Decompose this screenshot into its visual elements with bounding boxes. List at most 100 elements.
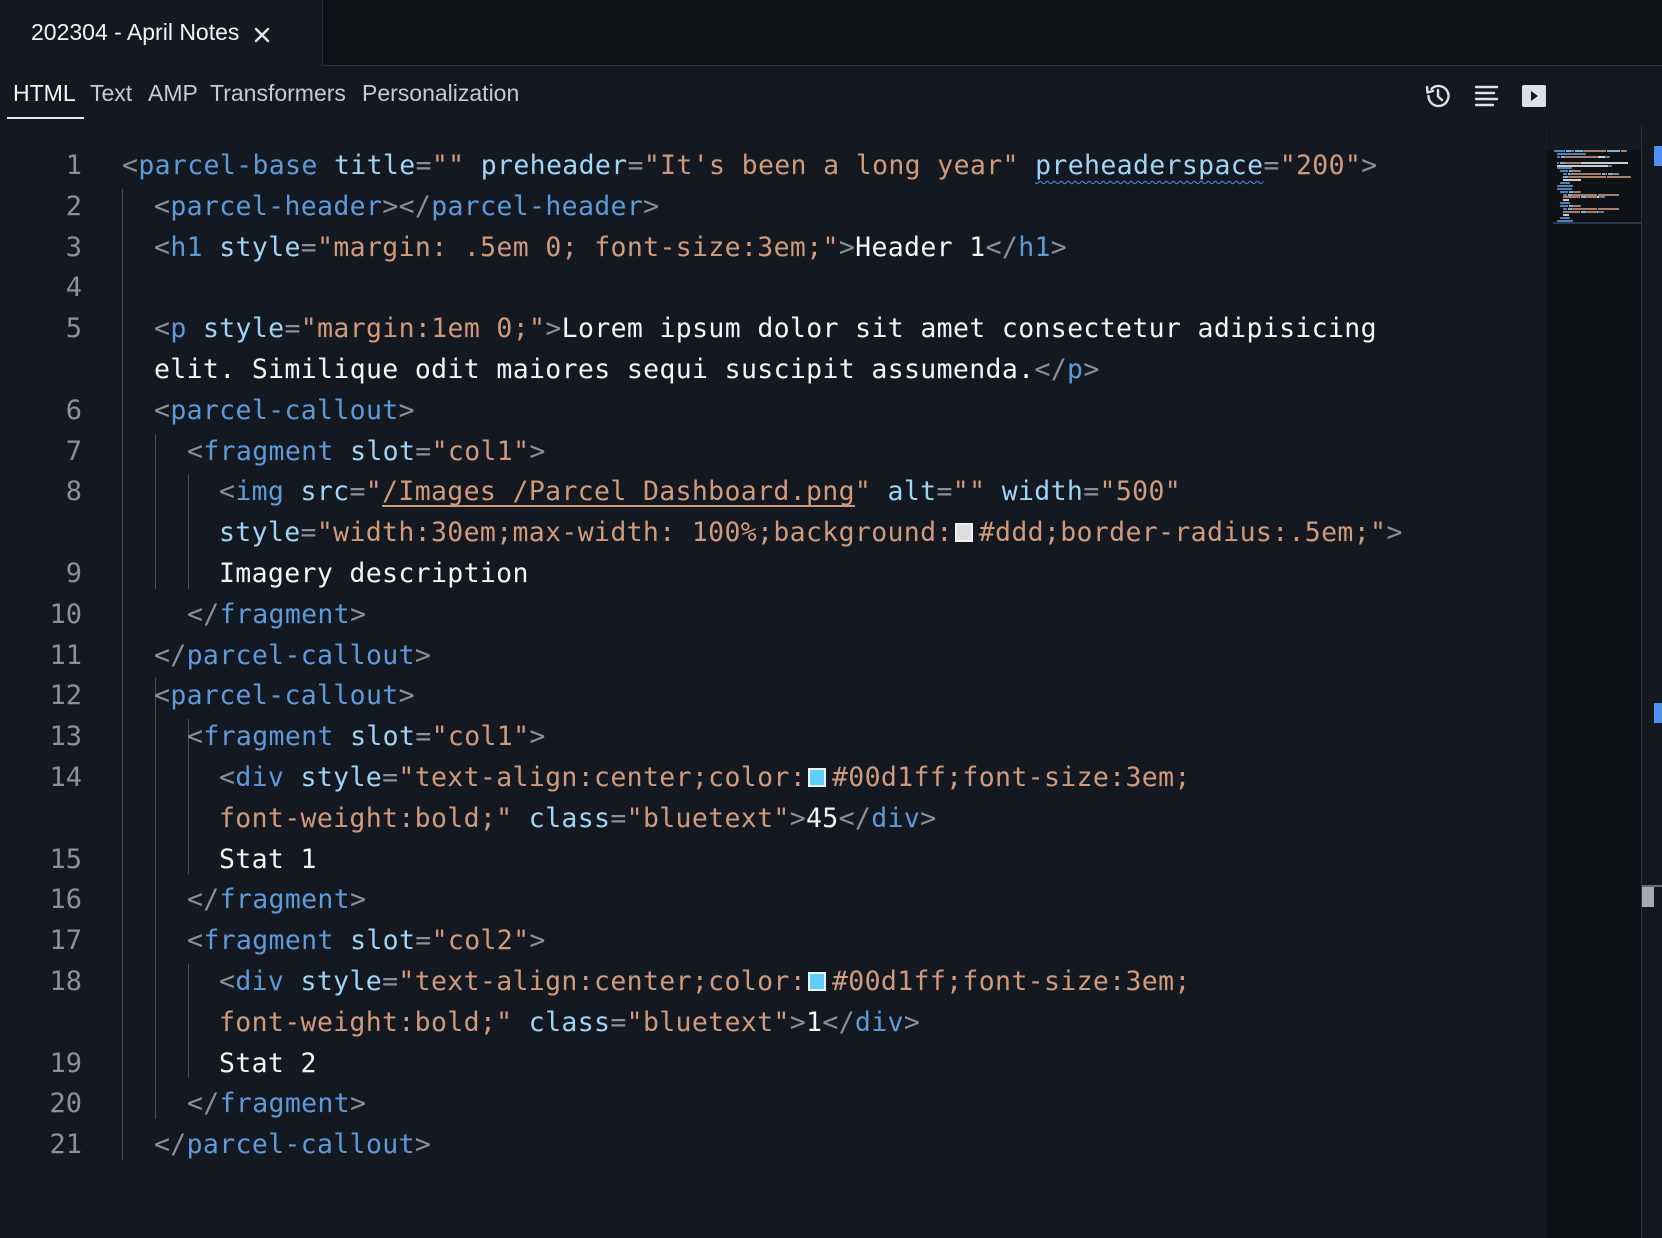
color-swatch[interactable]: [954, 523, 973, 543]
attribute-name: style: [300, 762, 383, 793]
equals-sign: =: [936, 476, 953, 508]
minimap-token: [1572, 184, 1574, 187]
code-line[interactable]: <parcel-callout>: [154, 389, 415, 432]
equals-sign: =: [415, 150, 432, 181]
code-line[interactable]: <div style="text-align:center;color: #00d…: [219, 756, 1191, 799]
code-line[interactable]: elit. Similique odit maiores sequi susci…: [154, 348, 1100, 391]
tag-name: parcel-base: [138, 150, 318, 181]
string-value: ": [365, 476, 383, 508]
line-number: 17: [49, 925, 82, 957]
minimap-token: [1569, 216, 1571, 219]
punctuation: >: [643, 190, 660, 222]
equals-sign: =: [1263, 150, 1280, 181]
code-line[interactable]: <parcel-callout>: [154, 674, 415, 717]
code-line[interactable]: </parcel-callout>: [154, 1123, 431, 1166]
tab-text[interactable]: Text: [90, 78, 132, 122]
code-line[interactable]: <parcel-base title="" preheader="It's be…: [122, 144, 1378, 187]
minimap-token: [1565, 161, 1580, 164]
string-value: "margin: .5em 0; font-size:3em;": [317, 231, 839, 263]
attribute-name: style: [202, 313, 285, 345]
minimap-token: [1563, 208, 1567, 210]
tag-name: parcel-header: [170, 190, 383, 222]
minimap-token: [1605, 173, 1608, 176]
attribute-name: slot: [350, 925, 416, 957]
attribute-name: src: [300, 476, 350, 508]
code-line[interactable]: <img src="/Images /Parcel Dashboard.png"…: [219, 470, 1181, 513]
attribute-name: preheaderspace: [1035, 150, 1264, 181]
code-line[interactable]: </parcel-callout>: [154, 634, 431, 677]
line-number: 6: [65, 394, 82, 426]
tab-html[interactable]: HTML: [7, 78, 84, 122]
string-value: "": [952, 476, 986, 508]
code-line[interactable]: <fragment slot="col1">: [187, 715, 546, 758]
code-line[interactable]: <p style="margin:1em 0;">Lorem ipsum dol…: [154, 307, 1377, 350]
code-line[interactable]: style="width:30em;max-width: 100%;backgr…: [219, 511, 1403, 554]
minimap-token: [1563, 193, 1567, 196]
tab-transformers[interactable]: Transformers: [210, 78, 346, 122]
file-tab[interactable]: 202304 - April Notes: [0, 0, 323, 65]
tag-name: fragment: [219, 884, 351, 916]
tag-name: img: [235, 476, 285, 508]
equals-sign: =: [300, 231, 318, 263]
color-swatch[interactable]: [808, 768, 826, 787]
minimap-token: [1609, 155, 1611, 158]
history-icon[interactable]: [1422, 80, 1454, 112]
tag-name: p: [170, 313, 187, 345]
minimap-token: [1579, 205, 1581, 208]
code-line[interactable]: font-weight:bold;" class="bluetext">1</d…: [219, 1001, 920, 1044]
equals-sign: =: [610, 1006, 627, 1038]
minimap[interactable]: [1546, 150, 1641, 1238]
string-value: "margin:1em 0;": [300, 313, 546, 345]
minimap-token: [1563, 173, 1567, 176]
minimap-token: [1561, 181, 1570, 184]
code-line[interactable]: </fragment>: [187, 1082, 366, 1125]
text-content: Lorem ipsum dolor sit amet consectetur a…: [561, 313, 1377, 345]
punctuation: <: [154, 231, 171, 263]
punctuation: >: [398, 680, 415, 712]
punctuation: >: [1083, 354, 1100, 385]
tab-amp[interactable]: AMP: [148, 78, 198, 122]
line-number: 14: [49, 762, 82, 793]
code-line[interactable]: </fragment>: [187, 593, 366, 636]
scrollbar-thumb[interactable]: [1642, 887, 1654, 907]
preview-icon[interactable]: [1518, 80, 1550, 112]
minimap-token: [1586, 210, 1597, 213]
code-line[interactable]: <h1 style="margin: .5em 0; font-size:3em…: [154, 226, 1067, 269]
text-content: 45: [806, 802, 839, 834]
code-line[interactable]: Imagery description: [219, 552, 529, 595]
tag-name: fragment: [203, 435, 334, 467]
close-icon[interactable]: [253, 26, 271, 44]
attribute-name: preheader: [480, 150, 628, 181]
minimap-token: [1572, 150, 1574, 152]
code-line[interactable]: Stat 1: [219, 838, 317, 881]
tag-name: parcel-callout: [170, 394, 399, 426]
minimap-token: [1611, 164, 1613, 167]
punctuation: <: [219, 476, 236, 508]
code-line[interactable]: font-weight:bold;" class="bluetext">45</…: [219, 797, 936, 840]
minimap-token: [1597, 155, 1606, 158]
punctuation: >: [350, 884, 367, 916]
code-line[interactable]: </fragment>: [187, 878, 366, 921]
string-value: "200": [1279, 150, 1362, 181]
code-line[interactable]: <div style="text-align:center;color: #00d…: [219, 960, 1191, 1003]
punctuation: >: [545, 313, 562, 345]
equals-sign: =: [349, 476, 366, 508]
vertical-scrollbar[interactable]: [1641, 126, 1662, 1238]
attribute-name: title: [333, 150, 416, 181]
tab-personalization[interactable]: Personalization: [362, 78, 519, 122]
format-icon[interactable]: [1471, 80, 1503, 112]
minimap-token: [1566, 155, 1597, 158]
punctuation: >: [414, 639, 432, 671]
code-line[interactable]: Stat 2: [219, 1042, 317, 1085]
code-line[interactable]: <fragment slot="col2">: [187, 919, 546, 962]
code-editor[interactable]: 1 2 3 4 5 6 7 8 9 10 11 12 13 14 15 16 17 18 19 20 21 <parce…: [0, 126, 1546, 1238]
code-line[interactable]: <parcel-header></parcel-header>: [154, 185, 659, 228]
code-line[interactable]: <fragment slot="col1">: [187, 430, 546, 473]
minimap-token: [1602, 210, 1604, 213]
punctuation: >: [414, 1129, 432, 1161]
color-swatch[interactable]: [808, 972, 826, 991]
punctuation: >: [1386, 517, 1403, 549]
